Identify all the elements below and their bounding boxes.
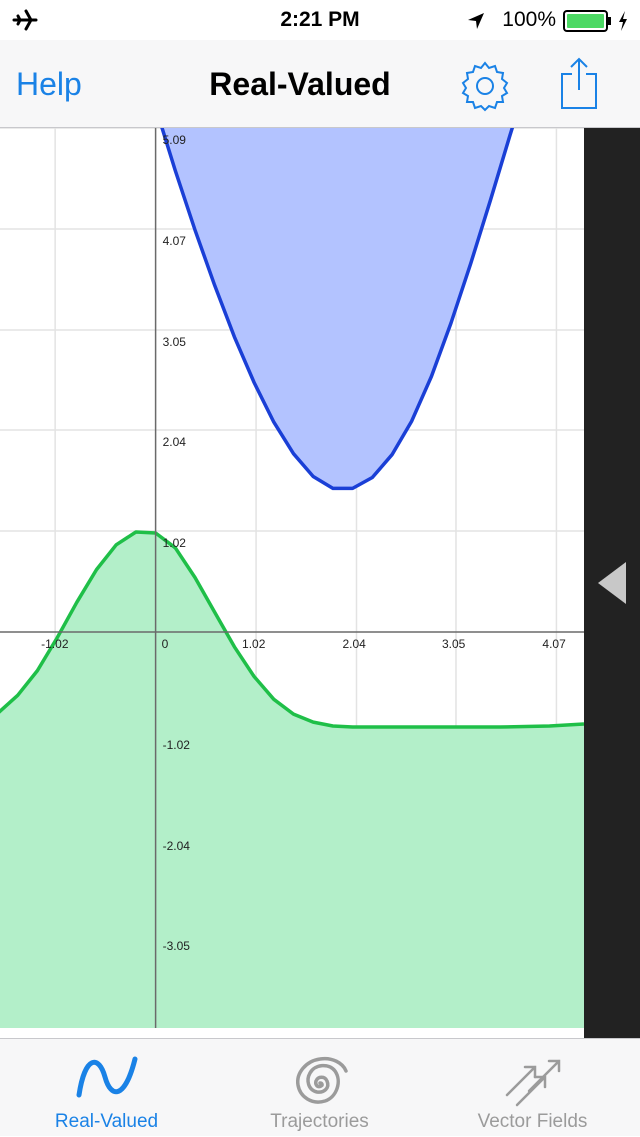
y-tick-label: -1.02 (163, 738, 191, 752)
tab-label: Real-Valued (54, 1111, 159, 1132)
charging-bolt-icon (619, 11, 627, 31)
gear-icon[interactable] (459, 60, 511, 112)
tab-label: Trajectories (270, 1111, 369, 1132)
tab-trajectories[interactable]: Trajectories (213, 1039, 426, 1137)
tab-label: Vector Fields (477, 1111, 588, 1132)
y-tick-label: 2.04 (163, 435, 187, 449)
side-panel[interactable] (584, 128, 640, 1038)
function-plot[interactable]: -1.02 0 1.02 2.04 3.05 4.07 5.09 4.07 3.05 2.04 1.… (0, 128, 584, 1028)
tab-vector-fields[interactable]: Vector Fields (426, 1039, 639, 1137)
status-bar: 2:21 PM 100% (0, 0, 640, 40)
spiral-icon (295, 1056, 348, 1104)
x-tick-label: -1.02 (41, 637, 69, 651)
x-tick-label: 1.02 (242, 637, 266, 651)
y-tick-label: 3.05 (163, 335, 187, 349)
x-tick-label: 0 (162, 637, 169, 651)
y-tick-label: 4.07 (163, 234, 187, 248)
graph-area[interactable]: -1.02 0 1.02 2.04 3.05 4.07 5.09 4.07 3.05 2.04 1.… (0, 128, 584, 1028)
y-tick-label: -3.05 (163, 939, 191, 953)
x-tick-label: 2.04 (343, 637, 367, 651)
series-1-fill (162, 128, 513, 489)
y-tick-label: -2.04 (163, 839, 191, 853)
arrows-icon (505, 1059, 560, 1107)
battery-icon (563, 10, 611, 32)
tab-real-valued[interactable]: Real-Valued (0, 1039, 213, 1137)
navigation-bar: Help Real-Valued (0, 40, 640, 128)
x-tick-label: 3.05 (442, 637, 466, 651)
location-arrow-icon (468, 13, 484, 29)
series-2-fill (0, 532, 584, 1028)
bottom-gap (0, 1028, 584, 1038)
x-tick-label: 4.07 (542, 637, 566, 651)
y-tick-label: 1.02 (163, 536, 187, 550)
wave-icon (76, 1056, 137, 1098)
battery-percent: 100% (502, 8, 556, 31)
collapse-arrow-icon[interactable] (596, 560, 628, 606)
tab-bar: Real-Valued Trajectories Vector Fields (0, 1038, 640, 1136)
y-tick-label: 5.09 (163, 133, 187, 147)
share-icon[interactable] (557, 56, 601, 112)
